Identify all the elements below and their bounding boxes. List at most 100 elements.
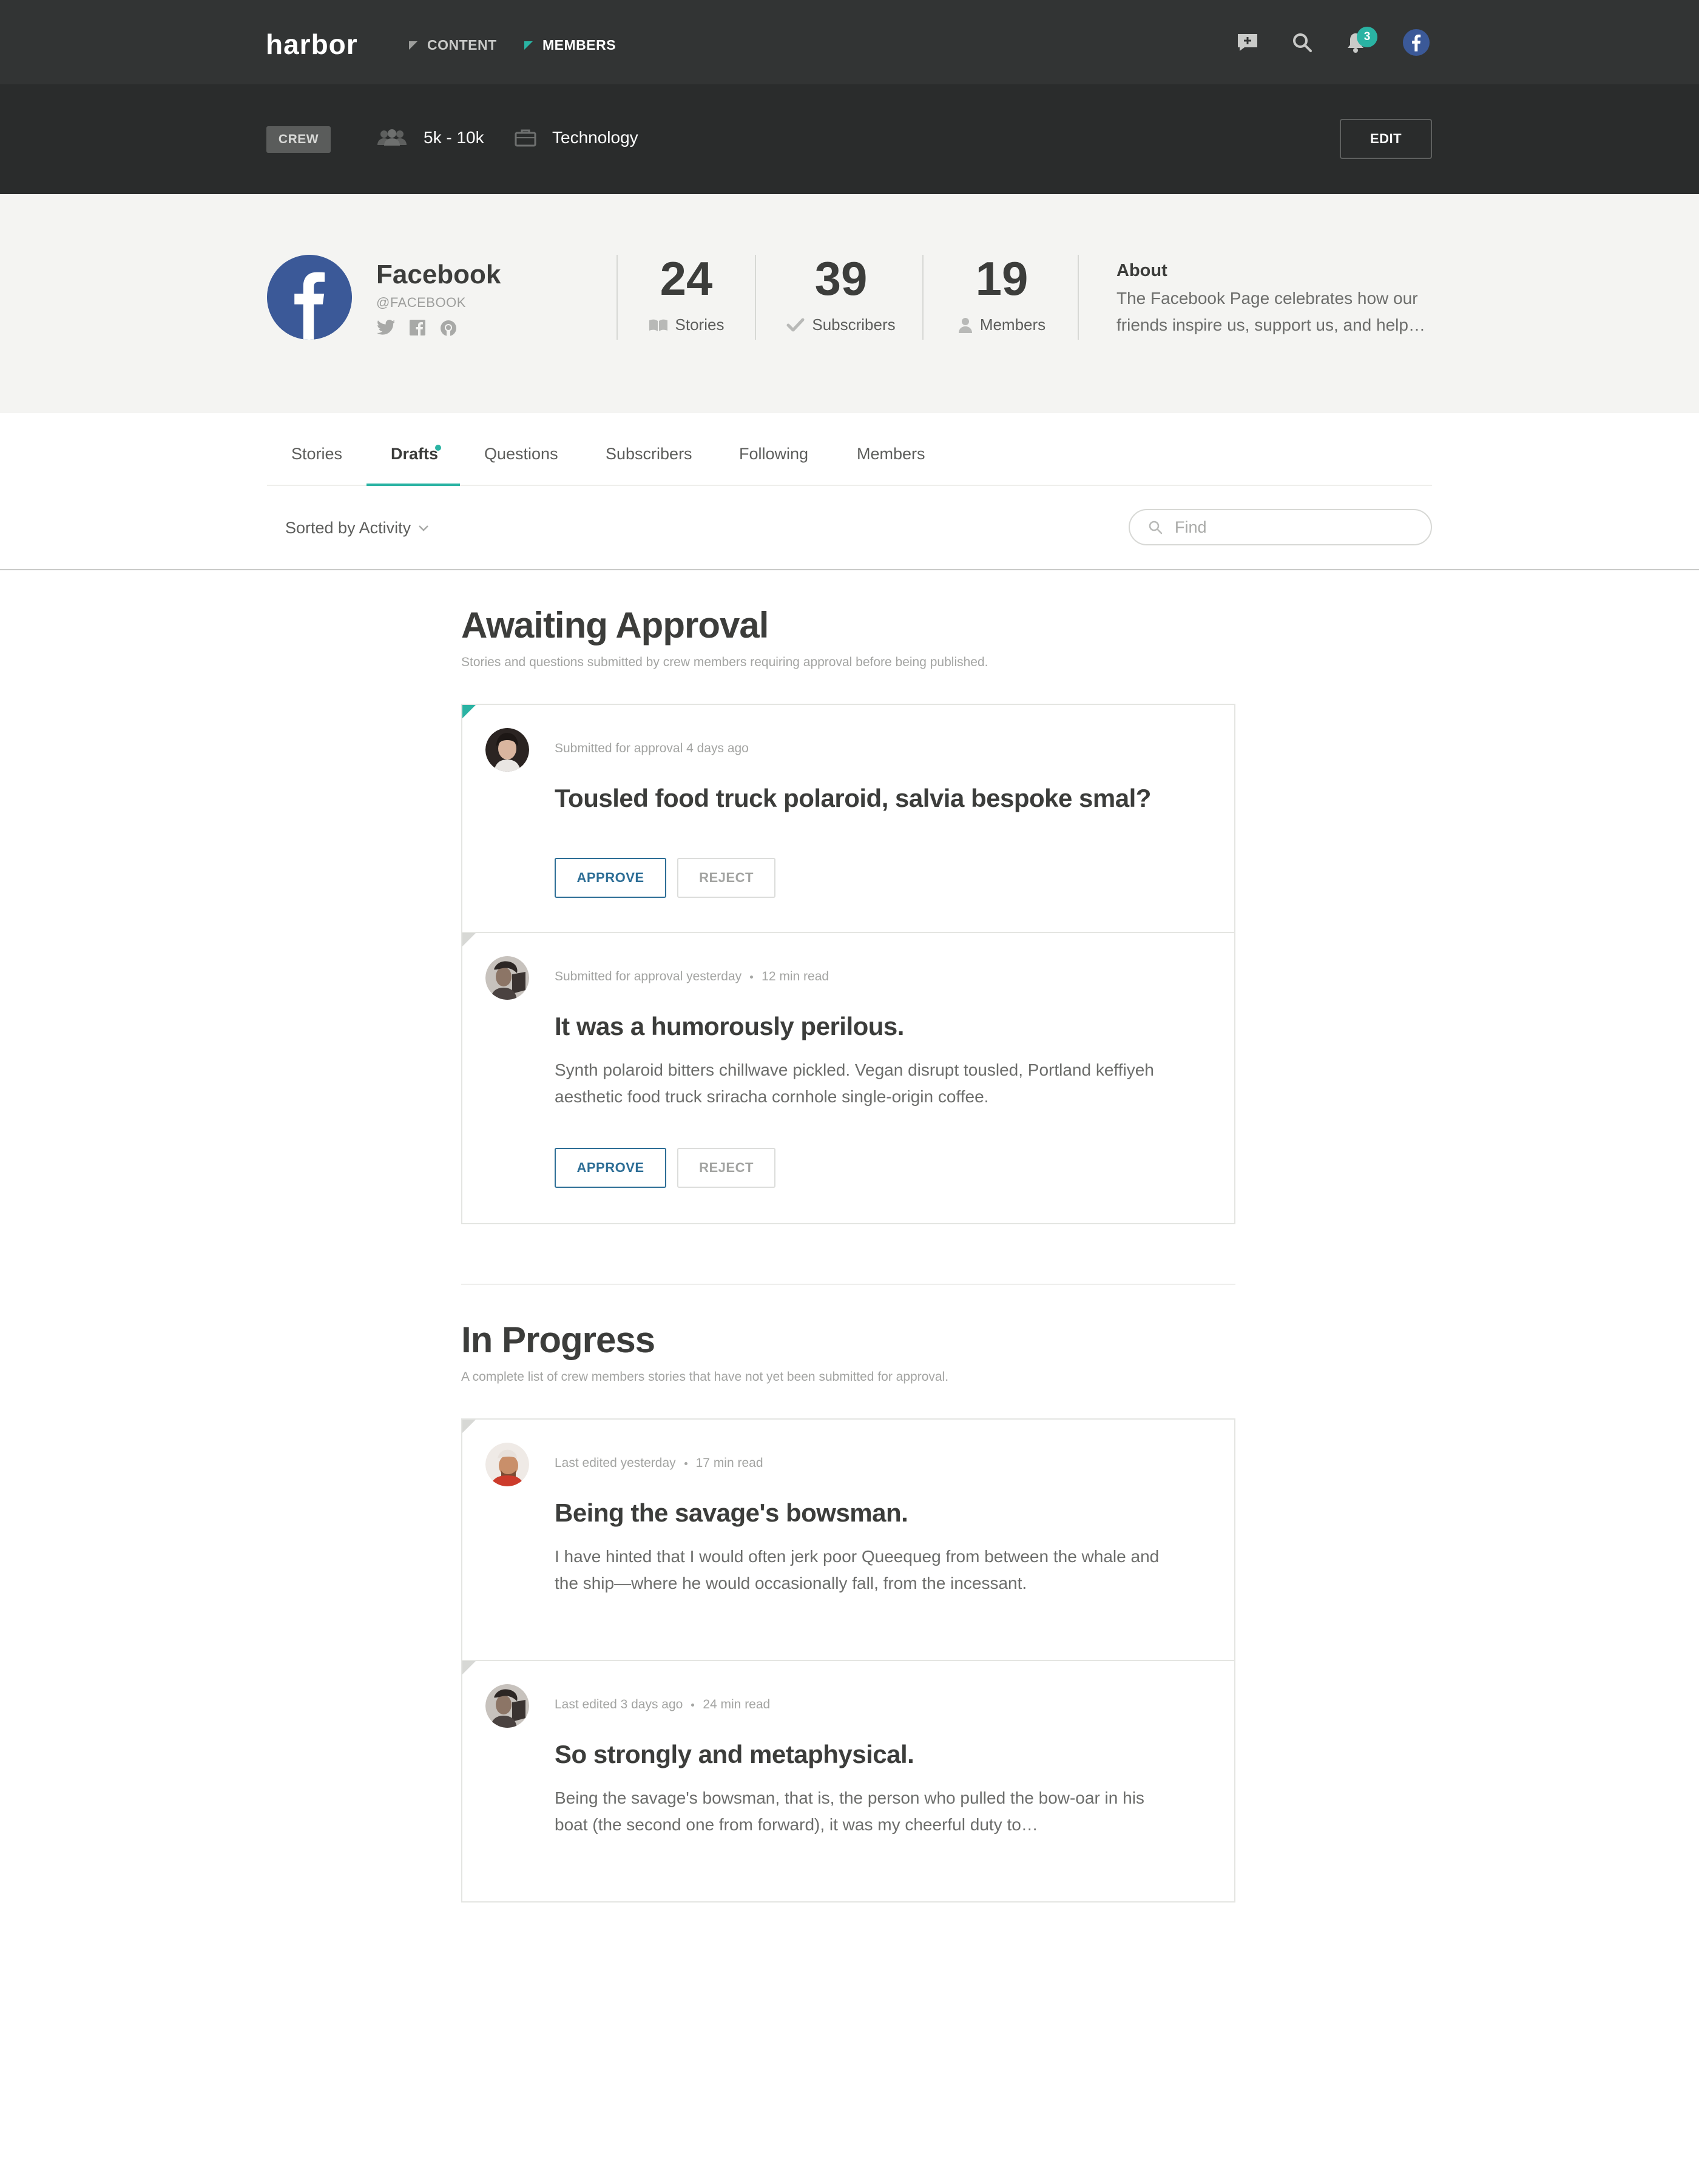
crew-tabs: Stories Drafts Questions Subscribers Fol… [267,413,1432,486]
read-time: 24 min read [703,1697,771,1711]
card-meta: Last edited 3 days ago 24 min read [555,1697,770,1712]
book-icon [649,319,667,331]
approve-button[interactable]: APPROVE [555,858,666,898]
awaiting-approval-subtitle: Stories and questions submitted by crew … [461,655,988,669]
social-links [376,319,458,337]
submitted-time: Submitted for approval 4 days ago [555,741,749,755]
search-icon [1293,33,1312,52]
approval-card: Submitted for approval yesterday 12 min … [461,932,1235,1224]
reject-button[interactable]: REJECT [677,1148,775,1188]
crew-profile: Facebook @FACEBOOK 24 Stories 39 Subscri… [0,194,1699,413]
stat-label-row: Stories [616,315,756,334]
card-corner-marker [462,1661,476,1674]
find-input[interactable] [1175,517,1417,537]
approval-card: Submitted for approval 4 days ago Tousle… [461,704,1235,933]
notification-count-badge: 3 [1357,27,1377,47]
author-avatar[interactable] [485,1443,529,1486]
stat-divider [922,255,924,340]
account-avatar-button[interactable] [1403,29,1430,56]
crew-info-bar: CREW 5k - 10k Technology EDIT [0,84,1699,194]
about-heading: About [1116,261,1167,280]
author-avatar[interactable] [485,1684,529,1728]
person-icon [958,317,972,333]
nav-link-label: MEMBERS [542,37,616,53]
awaiting-approval-title: Awaiting Approval [461,605,769,645]
crew-category-label: Technology [552,128,638,147]
nav-triangle-icon [409,41,417,50]
card-excerpt: I have hinted that I would often jerk po… [555,1547,1160,1592]
search-icon [1149,521,1163,534]
github-icon[interactable] [439,319,458,337]
in-progress-subtitle: A complete list of crew members stories … [461,1370,949,1384]
in-progress-title: In Progress [461,1320,655,1360]
stat-divider [1078,255,1079,340]
reject-button[interactable]: REJECT [677,858,775,898]
nav-link-members[interactable]: MEMBERS [524,37,616,53]
stat-value: 19 [975,252,1029,305]
card-excerpt: Synth polaroid bitters chillwave pickled… [555,1060,1154,1106]
meta-separator [691,1703,695,1707]
people-icon [377,129,407,146]
facebook-icon[interactable] [409,319,426,336]
stat-value: 39 [814,252,868,305]
stat-label: Subscribers [812,315,896,334]
find-field[interactable] [1129,509,1432,545]
last-edited-time: Last edited 3 days ago [555,1697,683,1711]
last-edited-time: Last edited yesterday [555,1456,676,1470]
card-meta: Submitted for approval yesterday 12 min … [555,969,829,984]
author-avatar[interactable] [485,956,529,1000]
about-text: The Facebook Page celebrates how our fri… [1116,289,1425,334]
checkmark-icon [786,318,805,331]
compose-button[interactable] [1234,29,1261,56]
card-corner-marker [462,1420,476,1433]
sort-dropdown[interactable]: Sorted by Activity [285,519,429,538]
stat-label-row: Subscribers [771,315,911,334]
stat-members[interactable]: 19 Members [932,255,1072,334]
list-toolbar: Sorted by Activity [0,486,1699,570]
tab-drafts[interactable]: Drafts [391,445,438,463]
stat-label-row: Members [932,315,1072,334]
search-button[interactable] [1289,29,1316,56]
draft-card: Last edited 3 days ago 24 min read So st… [461,1660,1235,1903]
card-meta: Last edited yesterday 17 min read [555,1456,763,1471]
harbor-logo[interactable]: harbor [266,28,358,61]
meta-separator [750,975,754,979]
edit-button[interactable]: EDIT [1340,119,1432,159]
tab-subscribers[interactable]: Subscribers [606,445,692,463]
crew-handle: @FACEBOOK [376,295,466,310]
drafts-indicator-dot [435,445,441,451]
top-navigation: harbor CONTENT MEMBERS 3 [0,0,1699,84]
sort-label: Sorted by Activity [285,519,411,537]
facebook-logo-icon [267,255,352,340]
twitter-icon[interactable] [376,319,396,336]
card-title[interactable]: It was a humorously perilous. [555,1012,904,1041]
card-title[interactable]: So strongly and metaphysical. [555,1740,914,1769]
read-time: 12 min read [762,969,829,983]
chevron-down-icon [419,525,428,531]
crew-tag: CREW [266,126,331,153]
stat-divider [755,255,756,340]
card-corner-marker [462,705,476,718]
section-divider [461,1284,1235,1285]
tab-members[interactable]: Members [857,445,925,463]
card-meta: Submitted for approval 4 days ago [555,741,749,756]
briefcase-icon [515,129,536,147]
read-time: 17 min read [695,1456,763,1470]
stat-stories[interactable]: 24 Stories [616,255,756,334]
nav-link-content[interactable]: CONTENT [409,37,497,53]
compose-icon [1238,34,1257,51]
author-avatar[interactable] [485,728,529,772]
crew-name: Facebook [376,260,501,289]
approve-button[interactable]: APPROVE [555,1148,666,1188]
card-title[interactable]: Tousled food truck polaroid, salvia besp… [555,784,1151,813]
stat-value: 24 [660,252,713,305]
stat-subscribers[interactable]: 39 Subscribers [771,255,911,334]
crew-avatar [267,255,352,340]
nav-triangle-icon [524,41,533,50]
facebook-avatar-icon [1403,29,1430,56]
tab-following[interactable]: Following [739,445,808,463]
card-title[interactable]: Being the savage's bowsman. [555,1498,908,1528]
tab-questions[interactable]: Questions [484,445,558,463]
crew-size-label: 5k - 10k [424,128,484,147]
tab-stories[interactable]: Stories [291,445,342,463]
